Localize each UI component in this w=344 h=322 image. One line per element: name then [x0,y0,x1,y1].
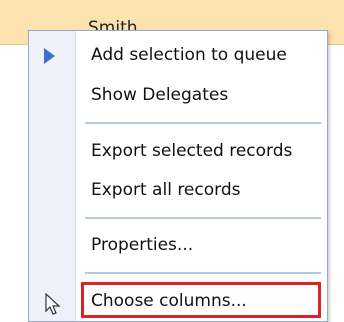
mouse-pointer-icon [45,293,61,315]
highlight-box [81,282,321,318]
menu-item-label: Add selection to queue [91,45,287,65]
menu-item-label: Properties... [91,235,194,255]
menu-item-show-delegates[interactable]: Show Delegates [79,77,323,113]
menu-separator [85,272,321,274]
menu-item-label: Export all records [91,180,241,200]
menu-item-add-selection-to-queue[interactable]: Add selection to queue [79,37,323,73]
menu-item-label: Show Delegates [91,85,229,105]
menu-item-export-selected-records[interactable]: Export selected records [79,133,323,169]
play-arrow-icon [44,48,55,64]
context-menu: Add selection to queue Show Delegates Ex… [28,30,328,322]
menu-item-label: Export selected records [91,141,293,161]
menu-item-export-all-records[interactable]: Export all records [79,172,323,208]
menu-separator [85,217,321,219]
menu-item-properties[interactable]: Properties... [79,227,323,263]
menu-separator [85,122,321,124]
menu-icon-gutter [29,31,76,321]
